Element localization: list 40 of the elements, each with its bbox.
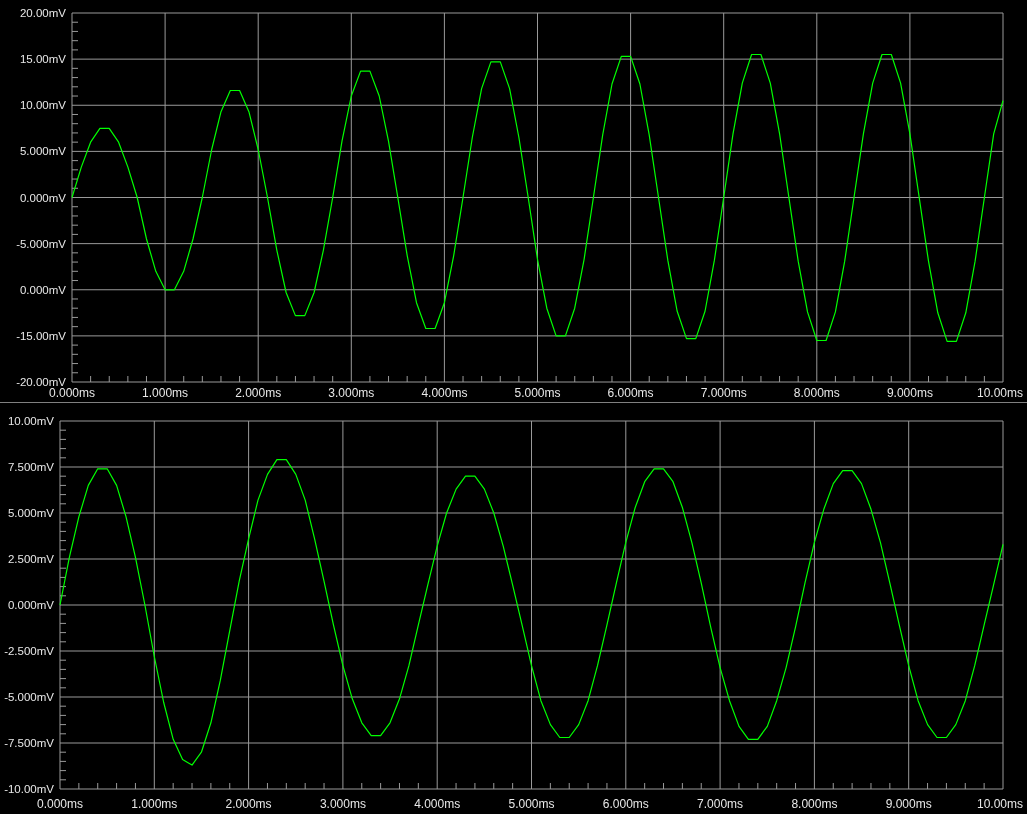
axis-tick-label: 7.000ms [700, 386, 747, 400]
axis-tick-label: 3.000ms [328, 386, 375, 400]
axis-tick-label: -5.000mV [16, 237, 66, 250]
axis-tick-label: 5.000ms [508, 797, 555, 811]
axis-tick-label: 10.00ms [977, 797, 1023, 811]
axis-tick-label: 8.000ms [791, 797, 838, 811]
axis-tick-label: 0.000ms [37, 797, 83, 811]
axis-tick-label: 10.00ms [977, 386, 1023, 400]
axis-tick-label: -10.00mV [4, 783, 54, 795]
axis-tick-label: 10.00mV [7, 415, 54, 427]
axis-tick-label: 0.000mV [19, 283, 66, 296]
axis-tick-label: 6.000ms [602, 797, 649, 811]
axis-tick-label: 15.00mV [19, 53, 66, 66]
axis-tick-label: -7.500mV [4, 737, 54, 749]
axis-tick-label: 4.000ms [421, 386, 468, 400]
axis-tick-label: 10.00mV [19, 99, 66, 112]
axis-tick-label: 5.000mV [19, 145, 66, 158]
axis-tick-label: 4.000ms [414, 797, 461, 811]
axis-tick-label: -2.500mV [4, 645, 54, 657]
axis-tick-label: 2.000ms [235, 386, 282, 400]
axis-tick-label: 1.000ms [142, 386, 189, 400]
axis-tick-label: -5.000mV [4, 691, 54, 703]
axis-tick-label: -15.00mV [16, 329, 66, 342]
axis-tick-label: 9.000ms [885, 797, 932, 811]
axis-tick-label: 20.00mV [19, 7, 66, 19]
axis-tick-label: 0.000mV [7, 599, 54, 611]
axis-tick-label: 7.500mV [7, 461, 54, 473]
axis-tick-label: 0.000ms [49, 386, 95, 400]
axis-tick-label: 5.000mV [7, 507, 54, 519]
axis-tick-label: -20.00mV [16, 376, 66, 388]
axis-tick-label: 0.000mV [19, 191, 66, 204]
axis-tick-label: 2.000ms [225, 797, 272, 811]
axis-tick-label: 3.000ms [319, 797, 366, 811]
axis-tick-label: 1.000ms [131, 797, 178, 811]
axis-tick-label: 6.000ms [607, 386, 654, 400]
axis-tick-label: 7.000ms [697, 797, 744, 811]
axis-tick-label: 5.000ms [514, 386, 561, 400]
axis-tick-label: 9.000ms [886, 386, 933, 400]
axis-tick-label: 8.000ms [793, 386, 840, 400]
axis-tick-label: 2.500mV [7, 553, 54, 565]
